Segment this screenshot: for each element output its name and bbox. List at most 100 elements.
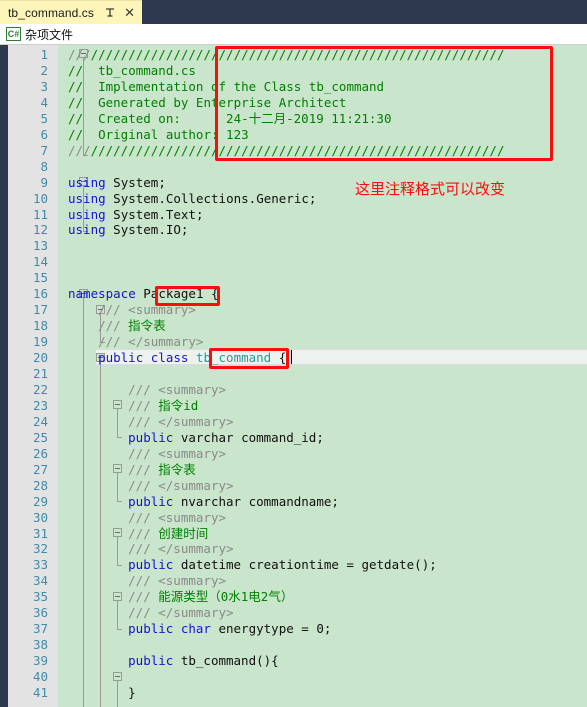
- line-number-15: 15: [32, 270, 48, 286]
- line-number-12: 12: [32, 222, 48, 238]
- code-line-25: 25 public varchar command_id;: [33, 429, 587, 446]
- line-number-19: 19: [32, 334, 48, 350]
- code-line-34: 34 /// <summary>: [33, 573, 587, 589]
- line-number-20: 20: [32, 350, 48, 366]
- code-text-12: using System.IO;: [68, 222, 189, 238]
- breadcrumb-label: 杂项文件: [25, 27, 74, 42]
- code-line-14: 14: [33, 254, 587, 270]
- code-text-41: }: [128, 685, 136, 700]
- line-number-14: 14: [32, 254, 48, 270]
- code-line-41: 41}: [33, 685, 587, 701]
- line-number-41: 41: [32, 685, 48, 700]
- pin-icon[interactable]: [104, 6, 116, 20]
- tab-strip: tb_command.cs ✕: [0, 0, 587, 24]
- code-line-16: 16 namespace Package1 {: [33, 286, 587, 302]
- line-number-23: 23: [32, 397, 48, 413]
- code-line-15: 15: [33, 270, 587, 286]
- line-number-26: 26: [32, 445, 48, 461]
- line-number-24: 24: [32, 413, 48, 429]
- code-text-11: using System.Text;: [68, 206, 204, 222]
- code-line-31: 31 /// 创建时间: [33, 525, 587, 542]
- code-line-29: 29 public nvarchar commandname;: [33, 493, 587, 510]
- header-comment-highlight: [215, 46, 553, 161]
- code-text-31: /// 创建时间: [128, 525, 209, 541]
- line-number-4: 4: [40, 94, 48, 110]
- code-text-29: public nvarchar commandname;: [128, 493, 339, 509]
- code-text-30: /// <summary>: [128, 509, 226, 525]
- code-line-40: 40: [33, 669, 587, 685]
- annotation-note: 这里注释格式可以改变: [355, 180, 506, 198]
- csharp-file-icon: C#: [6, 27, 21, 41]
- code-line-21: 21: [33, 366, 587, 382]
- visual-studio-editor-window: tb_command.cs ✕ C# 杂项文件 1 //////////////…: [0, 0, 587, 707]
- code-text-27: /// 指令表: [128, 461, 196, 477]
- line-number-13: 13: [32, 238, 48, 254]
- code-line-30: 30 /// <summary>: [33, 509, 587, 526]
- line-number-27: 27: [32, 461, 48, 477]
- code-text-25: public varchar command_id;: [128, 429, 324, 445]
- code-line-37: 37 public char energytype = 0;: [33, 621, 587, 637]
- namespace-name-highlight: [155, 286, 220, 306]
- line-number-18: 18: [32, 318, 48, 334]
- line-number-22: 22: [32, 381, 48, 397]
- code-line-36: 36 /// </summary>: [33, 605, 587, 621]
- line-number-21: 21: [32, 366, 48, 381]
- line-number-40: 40: [32, 669, 48, 685]
- line-number-6: 6: [40, 126, 48, 142]
- code-line-12: 12 using System.IO;: [33, 222, 587, 238]
- code-line-13: 13: [33, 238, 587, 254]
- code-text-36: /// </summary>: [128, 605, 234, 621]
- line-number-1: 1: [40, 47, 48, 62]
- line-number-33: 33: [32, 557, 48, 573]
- code-text-22: /// <summary>: [128, 381, 226, 397]
- code-text-28: /// </summary>: [128, 477, 234, 493]
- code-text-10: using System.Collections.Generic;: [68, 190, 317, 206]
- line-number-38: 38: [32, 637, 48, 653]
- line-number-39: 39: [32, 653, 48, 669]
- line-number-7: 7: [40, 142, 48, 158]
- code-text-2: // tb_command.cs: [68, 62, 196, 78]
- line-number-34: 34: [32, 573, 48, 589]
- code-text-33: public datetime creationtime = getdate()…: [128, 557, 437, 573]
- code-text-34: /// <summary>: [128, 573, 226, 589]
- line-number-31: 31: [32, 525, 48, 541]
- file-kind-bar: C# 杂项文件: [0, 24, 587, 45]
- code-text-23: /// 指令id: [128, 397, 199, 413]
- code-line-11: 11 using System.Text;: [33, 206, 587, 223]
- code-line-18: 18 /// 指令表: [33, 318, 587, 334]
- code-text-26: /// <summary>: [128, 445, 226, 461]
- tab-tb-command-cs[interactable]: tb_command.cs ✕: [0, 0, 143, 24]
- code-line-10: 10 using System.Collections.Generic;: [33, 190, 587, 207]
- code-text-19: /// </summary>: [98, 334, 204, 350]
- code-line-9: 9 using System;: [40, 174, 587, 191]
- code-editor[interactable]: 1///////////////////////////////////////…: [0, 45, 587, 707]
- line-number-35: 35: [32, 589, 48, 605]
- line-number-28: 28: [32, 477, 48, 493]
- line-number-25: 25: [32, 429, 48, 445]
- code-text-9: using System;: [68, 174, 166, 190]
- line-number-2: 2: [40, 62, 48, 78]
- code-line-32: 32 /// </summary>: [33, 541, 587, 557]
- code-line-17: 17/// <summary>: [33, 302, 587, 318]
- close-icon[interactable]: ✕: [123, 6, 136, 20]
- line-number-17: 17: [32, 302, 48, 318]
- code-line-38: 38: [33, 637, 587, 653]
- code-line-27: 27 /// 指令表: [33, 461, 587, 478]
- code-line-22: 22 /// <summary>: [33, 381, 587, 398]
- code-text-37: public char energytype = 0;: [128, 621, 332, 637]
- code-text-35: /// 能源类型（0水1电2气）: [128, 589, 294, 605]
- code-line-26: 26 /// <summary>: [33, 445, 587, 462]
- line-number-32: 32: [32, 541, 48, 557]
- line-number-36: 36: [32, 605, 48, 621]
- tab-label: tb_command.cs: [8, 5, 95, 20]
- code-text-32: /// </summary>: [128, 541, 234, 557]
- code-line-20: 20 public class tb_command {: [33, 350, 587, 366]
- code-line-35: 35 /// 能源类型（0水1电2气）: [33, 589, 587, 605]
- code-line-39: 39 public tb_command(){: [33, 653, 587, 669]
- code-line-24: 24 /// </summary>: [33, 413, 587, 430]
- code-text-18: /// 指令表: [98, 318, 166, 334]
- line-number-11: 11: [32, 206, 48, 222]
- line-number-16: 16: [32, 286, 48, 302]
- code-text-24: /// </summary>: [128, 413, 234, 429]
- line-number-8: 8: [40, 158, 48, 174]
